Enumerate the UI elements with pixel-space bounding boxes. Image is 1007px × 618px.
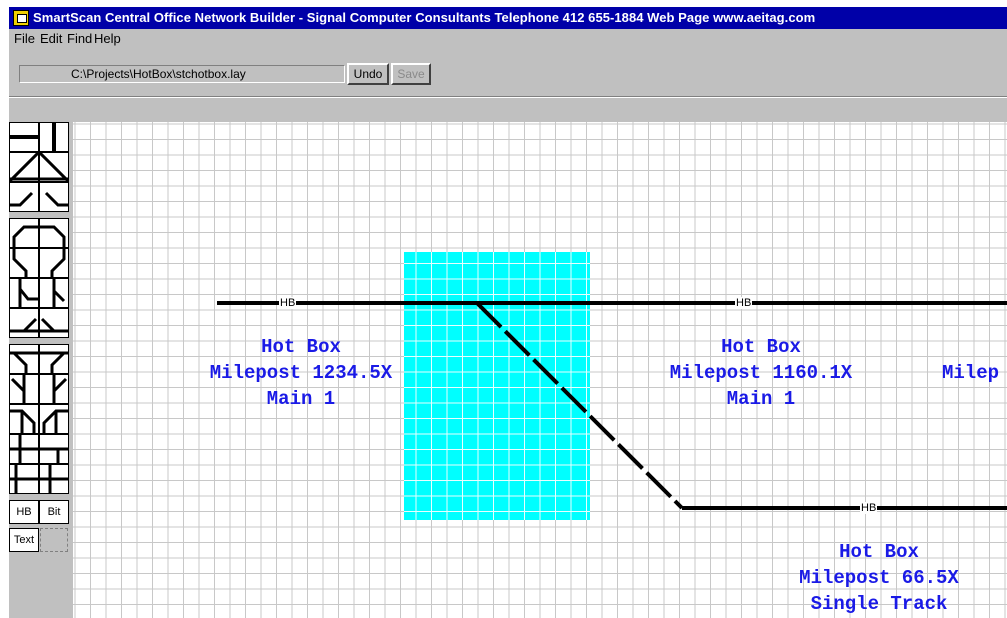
workspace: HB Bit Text HB HB HB Hot Box Milepost 12… xyxy=(9,98,1007,618)
tool-crossover-right[interactable] xyxy=(39,308,69,338)
undo-button[interactable]: Undo xyxy=(347,63,389,85)
tool-turnout-e[interactable] xyxy=(9,404,39,434)
tool-turnout-b[interactable] xyxy=(39,344,69,374)
detector-label-2-line-2: Milepost 1160.1X xyxy=(669,362,853,384)
tool-curve-top-right[interactable] xyxy=(39,218,69,248)
tool-empty-slot[interactable] xyxy=(40,528,68,552)
detector-label-1-line-2: Milepost 1234.5X xyxy=(209,362,393,384)
tool-tee-right[interactable] xyxy=(39,434,69,464)
tool-straight-horizontal[interactable] xyxy=(9,122,39,152)
detector-label-3[interactable]: Hot Box Milepost 66.5X Single Track xyxy=(764,539,994,617)
detector-label-2-line-3: Main 1 xyxy=(726,388,796,410)
file-path-display: C:\Projects\HotBox\stchotbox.lay xyxy=(19,65,345,83)
tool-tee-down[interactable] xyxy=(39,464,69,494)
tool-diagonal-up[interactable] xyxy=(9,152,39,182)
app-icon[interactable] xyxy=(13,10,29,26)
window-title: SmartScan Central Office Network Builder… xyxy=(33,10,816,25)
file-path-text: C:\Projects\HotBox\stchotbox.lay xyxy=(71,67,246,81)
menu-bar: File Edit Find Help xyxy=(9,29,1007,49)
tool-switch-left-down[interactable] xyxy=(9,248,39,278)
tool-turnout-c[interactable] xyxy=(9,374,39,404)
detector-label-partial[interactable]: Milep xyxy=(942,360,1007,386)
track-palette: HB Bit Text xyxy=(9,122,73,618)
detector-label-1-line-3: Main 1 xyxy=(266,388,336,410)
tool-hb[interactable]: HB xyxy=(9,500,39,524)
detector-tag-3[interactable]: HB xyxy=(860,502,878,514)
tool-switch-up-left[interactable] xyxy=(9,278,39,308)
tool-bit[interactable]: Bit xyxy=(39,500,69,524)
detector-tag-1[interactable]: HB xyxy=(279,297,297,309)
tool-turnout-f[interactable] xyxy=(39,404,69,434)
detector-tag-2[interactable]: HB xyxy=(735,297,753,309)
menu-find[interactable]: Find xyxy=(67,29,92,49)
tool-switch-right-down[interactable] xyxy=(39,248,69,278)
toolbar: C:\Projects\HotBox\stchotbox.lay Undo Sa… xyxy=(9,49,1007,97)
detector-label-1-line-1: Hot Box xyxy=(261,336,341,358)
tool-switch-up-right[interactable] xyxy=(39,278,69,308)
tool-tee-left[interactable] xyxy=(9,434,39,464)
detector-label-2[interactable]: Hot Box Milepost 1160.1X Main 1 xyxy=(636,334,886,412)
tool-curve-left[interactable] xyxy=(9,182,39,212)
title-bar[interactable]: SmartScan Central Office Network Builder… xyxy=(9,7,1007,29)
layout-canvas[interactable]: HB HB HB Hot Box Milepost 1234.5X Main 1… xyxy=(73,122,1007,618)
detector-label-3-line-1: Hot Box xyxy=(839,541,919,563)
detector-label-3-line-2: Milepost 66.5X xyxy=(799,567,959,589)
detector-label-1[interactable]: Hot Box Milepost 1234.5X Main 1 xyxy=(176,334,426,412)
tool-straight-vertical[interactable] xyxy=(39,122,69,152)
detector-label-2-line-1: Hot Box xyxy=(721,336,801,358)
detector-label-partial-line: Milep xyxy=(942,362,1000,384)
tool-crossover-left[interactable] xyxy=(9,308,39,338)
menu-edit[interactable]: Edit xyxy=(40,29,62,49)
tool-curve-right[interactable] xyxy=(39,182,69,212)
menu-help[interactable]: Help xyxy=(94,29,121,49)
menu-file[interactable]: File xyxy=(14,29,35,49)
save-button[interactable]: Save xyxy=(391,63,431,85)
tool-diagonal-down[interactable] xyxy=(39,152,69,182)
tool-turnout-d[interactable] xyxy=(39,374,69,404)
detector-label-3-line-3: Single Track xyxy=(810,593,948,615)
tool-text[interactable]: Text xyxy=(9,528,39,552)
tool-turnout-a[interactable] xyxy=(9,344,39,374)
tool-tee-up[interactable] xyxy=(9,464,39,494)
app-window: SmartScan Central Office Network Builder… xyxy=(9,7,1007,618)
tool-curve-top-left[interactable] xyxy=(9,218,39,248)
